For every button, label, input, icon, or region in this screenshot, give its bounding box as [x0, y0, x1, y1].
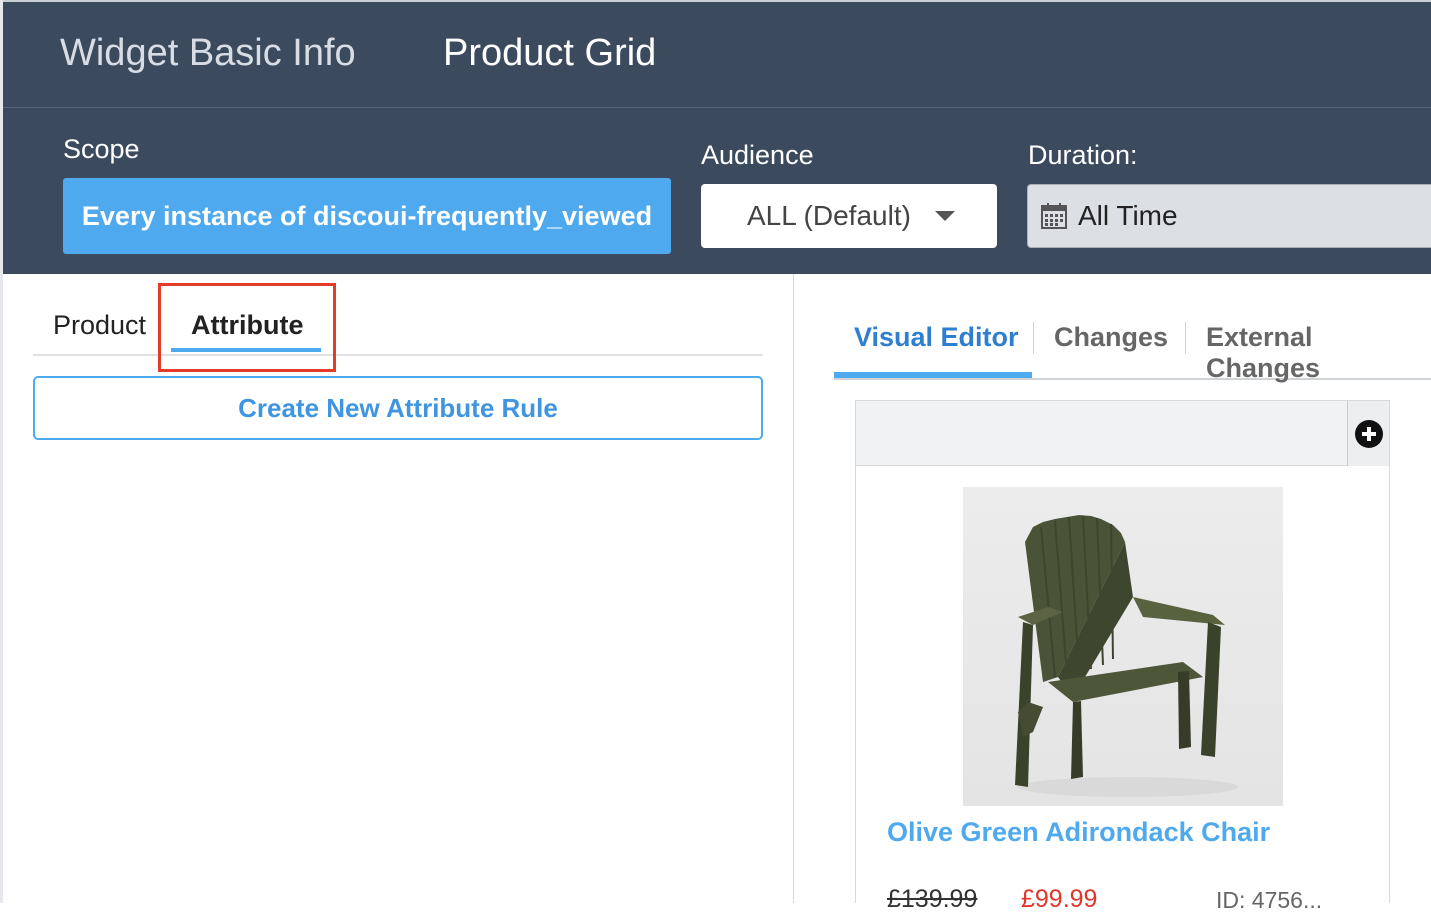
original-price: £139.99	[887, 885, 978, 913]
duration-value: All Time	[1078, 200, 1178, 231]
product-card-preview: Olive Green Adirondack Chair £139.99 £99…	[855, 400, 1390, 913]
panel-divider	[793, 274, 794, 903]
editor-tabs: Visual Editor Changes External Changes	[834, 300, 1431, 383]
audience-label: Audience	[701, 140, 814, 170]
scope-button[interactable]: Every instance of discoui-frequently_vie…	[63, 178, 671, 254]
tab-visual-editor[interactable]: Visual Editor	[854, 322, 1019, 353]
create-attribute-rule-button[interactable]: Create New Attribute Rule	[33, 376, 763, 440]
tab-external-changes[interactable]: External Changes	[1206, 322, 1431, 384]
tab-changes[interactable]: Changes	[1054, 322, 1168, 353]
adirondack-chair-image	[1015, 515, 1238, 797]
audience-value: ALL (Default)	[747, 200, 911, 231]
tab-separator	[1185, 322, 1186, 354]
tab-product-grid[interactable]: Product Grid	[443, 32, 656, 75]
product-image[interactable]	[963, 487, 1283, 806]
tab-product[interactable]: Product	[53, 310, 146, 341]
add-button[interactable]	[1347, 401, 1389, 466]
sale-price: £99.99	[1021, 885, 1098, 913]
calendar-icon	[1041, 203, 1067, 229]
header-tab-bar: Widget Basic Info Product Grid	[3, 2, 1431, 108]
duration-label: Duration:	[1028, 140, 1138, 170]
plus-circle-icon	[1355, 420, 1383, 448]
tab-separator	[1033, 322, 1034, 354]
card-toolbar	[856, 401, 1389, 466]
product-id: ID: 4756...	[1216, 887, 1323, 913]
scope-label: Scope	[63, 134, 140, 164]
tab-widget-basic-info[interactable]: Widget Basic Info	[60, 32, 356, 75]
active-tab-indicator	[834, 372, 1032, 378]
rule-type-tabs: Product Attribute	[33, 276, 763, 356]
audience-select[interactable]: ALL (Default)	[701, 184, 997, 248]
product-title-link[interactable]: Olive Green Adirondack Chair	[887, 817, 1270, 848]
duration-picker[interactable]: All Time	[1027, 184, 1431, 248]
caret-down-icon	[935, 211, 955, 221]
attribute-tab-highlight	[158, 283, 336, 372]
widget-header: Widget Basic Info Product Grid Scope Eve…	[3, 0, 1431, 274]
